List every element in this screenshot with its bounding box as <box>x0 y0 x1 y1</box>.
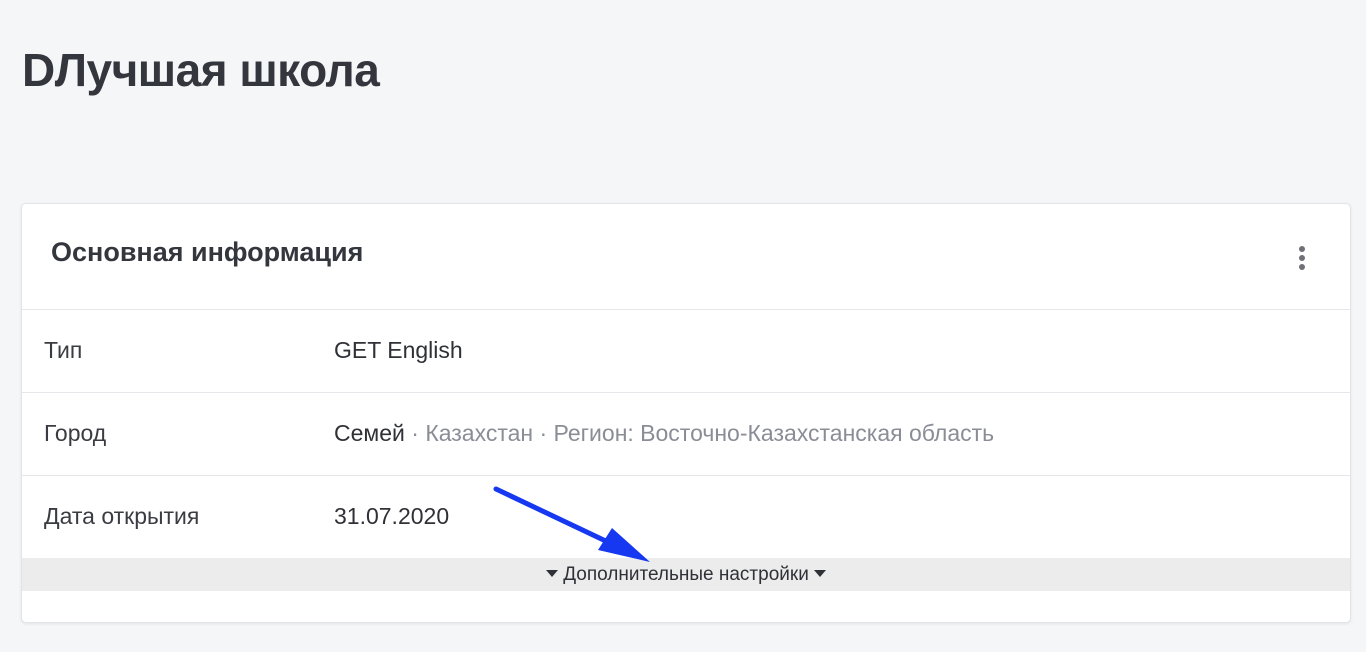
separator: · <box>404 420 426 446</box>
row-value: Семей · Казахстан · Регион: Восточно-Каз… <box>334 420 994 447</box>
row-label: Дата открытия <box>44 503 200 529</box>
main-info-card: Основная информация Тип GET English Горо… <box>21 203 1351 623</box>
info-row-type: Тип GET English <box>22 310 1350 393</box>
card-title: Основная информация <box>51 237 364 267</box>
caret-down-icon <box>813 569 826 577</box>
page-title: DЛучшая школа <box>22 44 380 96</box>
info-row-city: Город Семей · Казахстан · Регион: Восточ… <box>22 393 1350 476</box>
region-value: Регион: Восточно-Казахстанская область <box>553 420 995 446</box>
separator: · <box>533 420 554 446</box>
row-label: Тип <box>44 337 83 363</box>
info-row-open-date: Дата открытия 31.07.2020 <box>22 476 1350 558</box>
row-value: GET English <box>334 337 463 363</box>
row-label: Город <box>44 420 107 446</box>
city-value: Семей <box>334 420 405 446</box>
country-value: Казахстан <box>425 420 534 446</box>
advanced-settings-toggle[interactable]: Дополнительные настройки <box>22 558 1350 591</box>
card-header: Основная информация <box>22 204 1350 310</box>
caret-down-icon <box>546 569 559 577</box>
row-value: 31.07.2020 <box>334 503 450 529</box>
kebab-menu-icon[interactable] <box>1294 246 1310 272</box>
advanced-settings-label: Дополнительные настройки <box>563 564 809 585</box>
